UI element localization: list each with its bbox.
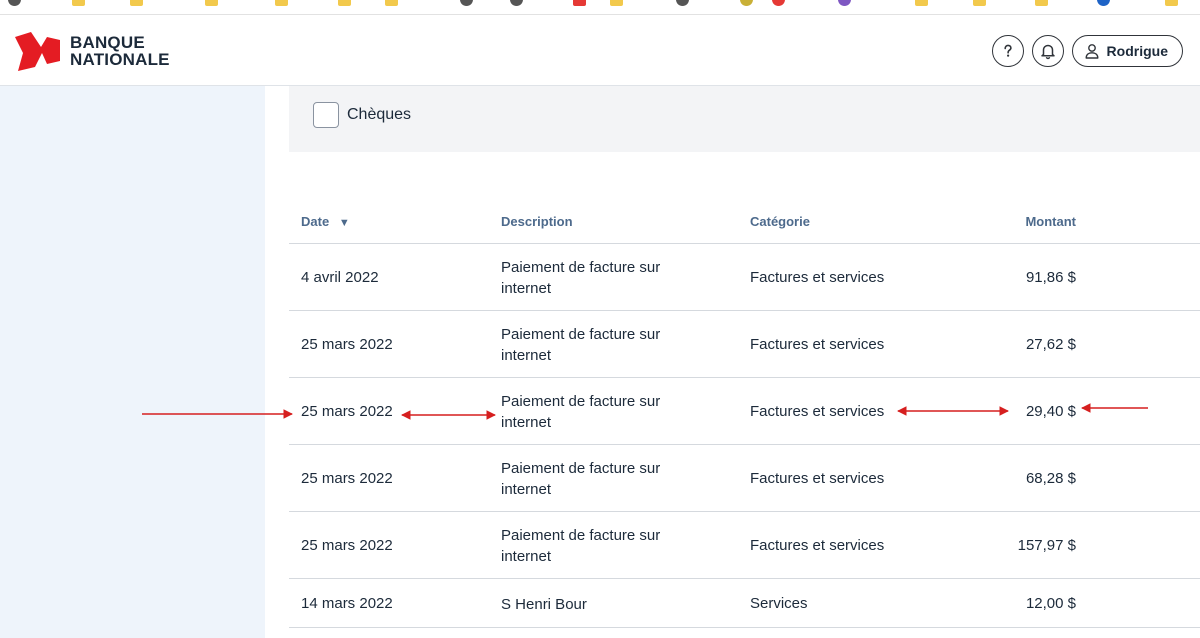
transaction-category: Factures et services bbox=[750, 470, 885, 487]
logo-mark-icon bbox=[15, 31, 62, 71]
user-menu-button[interactable]: Rodrigue bbox=[1071, 35, 1183, 67]
column-header-amount[interactable]: Montant bbox=[1025, 214, 1076, 229]
transaction-category: Factures et services bbox=[750, 403, 885, 420]
table-row[interactable]: 4 avril 2022 Paiement de facture sur int… bbox=[289, 244, 1200, 311]
bookmark-item[interactable] bbox=[1035, 0, 1048, 6]
logo-line-2: NATIONALE bbox=[70, 50, 170, 69]
column-header-date-label: Date bbox=[301, 214, 330, 229]
transaction-date: 25 mars 2022 bbox=[301, 470, 393, 487]
bookmark-item[interactable] bbox=[510, 0, 523, 6]
folder-icon bbox=[275, 0, 288, 6]
column-header-category[interactable]: Catégorie bbox=[750, 214, 810, 229]
bank-logo[interactable]: BANQUE NATIONALE bbox=[15, 31, 170, 71]
bookmarks-bar bbox=[0, 0, 1200, 15]
user-icon bbox=[1085, 44, 1099, 59]
help-icon bbox=[1003, 44, 1012, 57]
folder-icon bbox=[130, 0, 143, 6]
notifications-button[interactable] bbox=[1031, 35, 1064, 67]
transaction-category: Factures et services bbox=[750, 336, 885, 353]
bell-icon bbox=[1040, 44, 1055, 60]
folder-icon bbox=[1035, 0, 1048, 6]
globe-icon bbox=[676, 0, 689, 6]
transaction-amount: 91,86 $ bbox=[1025, 269, 1076, 286]
transaction-date: 25 mars 2022 bbox=[301, 403, 393, 420]
globe-icon bbox=[8, 0, 21, 6]
folder-icon bbox=[915, 0, 928, 6]
globe-icon bbox=[1097, 0, 1110, 6]
folder-icon bbox=[385, 0, 398, 6]
bookmark-item[interactable] bbox=[130, 0, 143, 6]
transaction-category: Factures et services bbox=[750, 269, 885, 286]
table-row[interactable]: 25 mars 2022 Paiement de facture sur int… bbox=[289, 445, 1200, 512]
transaction-category: Services bbox=[750, 595, 808, 612]
badge-icon bbox=[740, 0, 753, 6]
transaction-description: Paiement de facture sur internet bbox=[501, 259, 661, 297]
bookmark-icon bbox=[838, 0, 851, 6]
bookmark-item[interactable] bbox=[915, 0, 928, 6]
bookmark-item[interactable] bbox=[385, 0, 398, 6]
table-row[interactable]: 25 mars 2022 Paiement de facture sur int… bbox=[289, 512, 1200, 579]
transaction-amount: 68,28 $ bbox=[1025, 470, 1076, 487]
help-button[interactable] bbox=[991, 35, 1024, 67]
bookmark-item[interactable] bbox=[973, 0, 986, 6]
transaction-date: 14 mars 2022 bbox=[301, 595, 393, 612]
bookmark-item[interactable] bbox=[8, 0, 21, 6]
bookmark-item[interactable] bbox=[676, 0, 689, 6]
table-header: Date ▼ Description Catégorie Montant bbox=[289, 200, 1200, 244]
cheques-checkbox[interactable] bbox=[313, 102, 339, 128]
transaction-description: S Henri Bour bbox=[501, 596, 587, 613]
bookmark-icon bbox=[772, 0, 785, 6]
transaction-amount: 12,00 $ bbox=[1025, 595, 1076, 612]
bookmark-item[interactable] bbox=[573, 0, 586, 6]
table-row[interactable]: 25 mars 2022 Paiement de facture sur int… bbox=[289, 311, 1200, 378]
bookmark-item[interactable] bbox=[740, 0, 753, 6]
bookmark-item[interactable] bbox=[772, 0, 785, 6]
folder-icon bbox=[610, 0, 623, 6]
column-header-description[interactable]: Description bbox=[501, 214, 573, 229]
bookmark-item[interactable] bbox=[275, 0, 288, 6]
transaction-amount: 157,97 $ bbox=[1017, 537, 1076, 554]
bookmark-item[interactable] bbox=[610, 0, 623, 6]
table-row[interactable]: 25 mars 2022 Paiement de facture sur int… bbox=[289, 378, 1200, 445]
bookmark-item[interactable] bbox=[1097, 0, 1110, 6]
globe-icon bbox=[510, 0, 523, 6]
logo-text: BANQUE NATIONALE bbox=[70, 34, 170, 68]
bookmark-icon bbox=[573, 0, 586, 6]
transaction-description: Paiement de facture sur internet bbox=[501, 393, 661, 431]
transaction-date: 25 mars 2022 bbox=[301, 537, 393, 554]
globe-icon bbox=[460, 0, 473, 6]
bookmark-item[interactable] bbox=[1165, 0, 1178, 6]
folder-icon bbox=[1165, 0, 1178, 6]
transaction-amount: 29,40 $ bbox=[1025, 403, 1076, 420]
transaction-category: Factures et services bbox=[750, 537, 885, 554]
folder-icon bbox=[973, 0, 986, 6]
header-actions: Rodrigue bbox=[991, 35, 1183, 67]
transaction-date: 4 avril 2022 bbox=[301, 269, 379, 286]
column-header-date[interactable]: Date ▼ bbox=[301, 214, 350, 229]
site-header: BANQUE NATIONALE Rodrigue bbox=[0, 15, 1200, 86]
table-row[interactable]: 14 mars 2022 S Henri Bour Services 12,00… bbox=[289, 579, 1200, 628]
cheques-checkbox-label[interactable]: Chèques bbox=[347, 106, 411, 124]
left-sidebar bbox=[0, 86, 265, 638]
transaction-date: 25 mars 2022 bbox=[301, 336, 393, 353]
transaction-description: Paiement de facture sur internet bbox=[501, 460, 661, 498]
transaction-amount: 27,62 $ bbox=[1025, 336, 1076, 353]
bookmark-item[interactable] bbox=[205, 0, 218, 6]
bookmark-item[interactable] bbox=[72, 0, 85, 6]
folder-icon bbox=[205, 0, 218, 6]
sort-desc-icon: ▼ bbox=[338, 217, 350, 229]
folder-icon bbox=[72, 0, 85, 6]
transactions-table: Date ▼ Description Catégorie Montant 4 a… bbox=[289, 200, 1200, 628]
transaction-description: Paiement de facture sur internet bbox=[501, 326, 661, 364]
bookmark-item[interactable] bbox=[338, 0, 351, 6]
logo-line-1: BANQUE bbox=[70, 33, 145, 52]
user-name: Rodrigue bbox=[1106, 43, 1168, 59]
bookmark-item[interactable] bbox=[838, 0, 851, 6]
transaction-description: Paiement de facture sur internet bbox=[501, 527, 661, 565]
account-filter-panel: Chèques bbox=[289, 86, 1200, 152]
bookmark-item[interactable] bbox=[460, 0, 473, 6]
folder-icon bbox=[338, 0, 351, 6]
